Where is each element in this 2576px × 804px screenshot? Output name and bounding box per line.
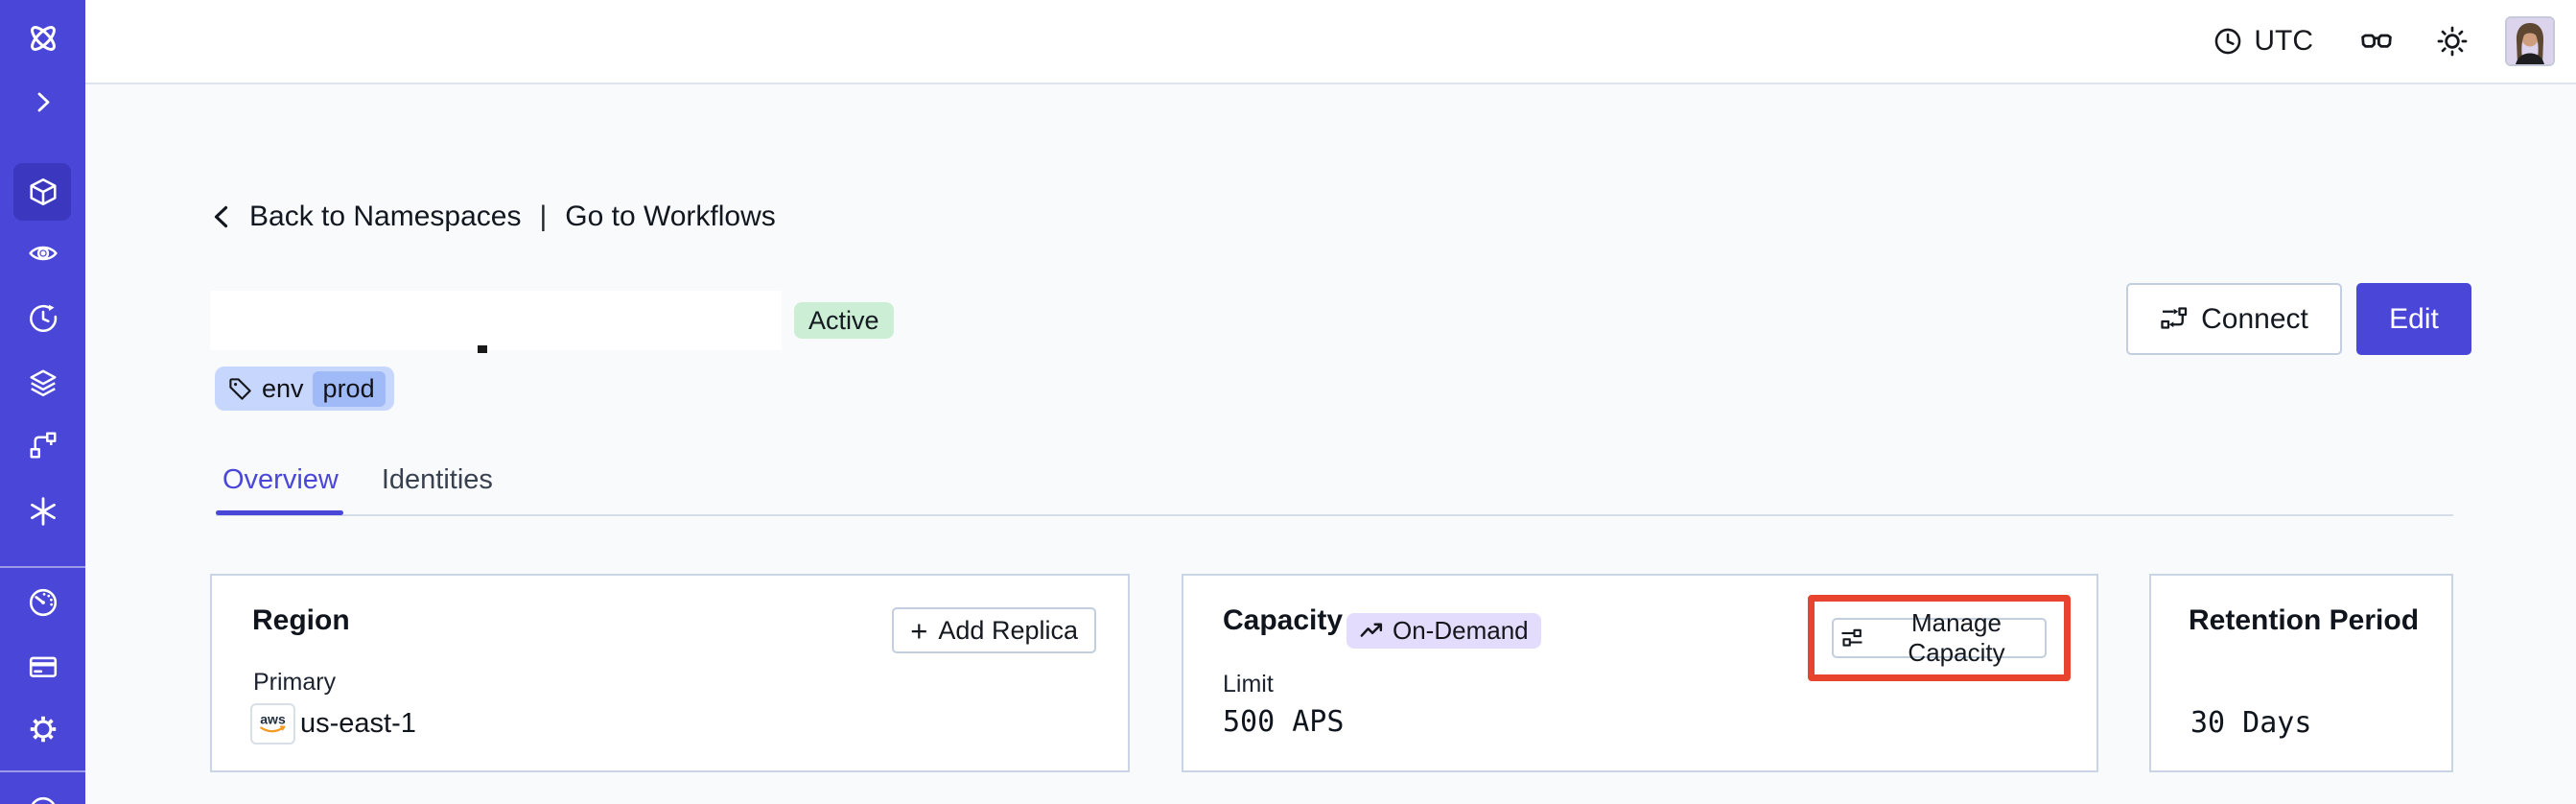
breadcrumb: Back to Namespaces | Go to Workflows: [210, 197, 776, 237]
timezone-selector[interactable]: UTC: [2213, 25, 2313, 58]
sidebar-item-namespaces[interactable]: [0, 163, 85, 221]
breadcrumb-back-link[interactable]: Back to Namespaces: [249, 201, 521, 233]
back-chevron-icon[interactable]: [210, 203, 235, 230]
aws-logo-text: aws: [260, 712, 286, 727]
capacity-card: Capacity On-Demand Manage Capacity Limit…: [1182, 574, 2098, 772]
on-demand-badge: On-Demand: [1347, 613, 1541, 649]
connect-icon: [2160, 305, 2189, 334]
connect-button[interactable]: Connect: [2126, 283, 2342, 355]
brightness-icon[interactable]: [2436, 25, 2469, 58]
namespace-tag: env prod: [215, 367, 394, 411]
clock-icon: [2213, 26, 2243, 57]
connect-button-label: Connect: [2201, 302, 2308, 335]
sidebar-item-settings[interactable]: [0, 700, 85, 758]
tag-icon: [227, 376, 253, 402]
manage-capacity-label: Manage Capacity: [1908, 608, 2005, 667]
add-replica-label: Add Replica: [938, 615, 1078, 645]
breadcrumb-separator: |: [539, 201, 548, 232]
manage-capacity-button[interactable]: Manage Capacity: [1832, 608, 2047, 667]
aws-logo: aws: [250, 703, 295, 745]
region-card: Region + Add Replica Primary aws us-east…: [210, 574, 1130, 772]
tag-key: env: [262, 373, 304, 403]
sliders-icon: [1839, 626, 1864, 650]
tab-identities[interactable]: Identities: [382, 464, 493, 496]
sidebar-nav: [0, 0, 85, 804]
retention-card: Retention Period 30 Days: [2149, 574, 2453, 772]
retention-value: 30 Days: [2190, 706, 2312, 740]
sidebar-item-schedules[interactable]: [0, 290, 85, 347]
region-value: us-east-1: [300, 708, 416, 739]
tab-bar: Overview Identities: [222, 464, 493, 496]
timezone-label: UTC: [2254, 25, 2313, 57]
add-replica-button[interactable]: + Add Replica: [892, 607, 1096, 653]
sidebar-item-usage[interactable]: [0, 574, 85, 631]
trending-up-icon: [1359, 618, 1385, 644]
edit-button[interactable]: Edit: [2356, 283, 2471, 355]
tag-value: prod: [312, 370, 386, 407]
glasses-icon[interactable]: [2359, 24, 2394, 59]
tab-divider: [216, 514, 2453, 516]
retention-card-title: Retention Period: [2189, 604, 2420, 636]
user-avatar[interactable]: [2505, 16, 2555, 66]
sidebar-divider: [0, 770, 85, 772]
sidebar-item-batch-operations[interactable]: [0, 483, 85, 540]
active-tab-underline: [216, 510, 343, 515]
sidebar-item-billing[interactable]: [0, 638, 85, 696]
status-badge: Active: [794, 302, 894, 339]
expand-sidebar-chevron-icon[interactable]: [0, 73, 85, 130]
region-field-label: Primary: [253, 669, 337, 696]
capacity-card-title: Capacity: [1223, 604, 1344, 636]
plus-icon: +: [910, 613, 928, 648]
highlight-annotation-box: Manage Capacity: [1808, 595, 2071, 681]
breadcrumb-workflows-link[interactable]: Go to Workflows: [565, 201, 776, 233]
sidebar-item-workflows[interactable]: [0, 225, 85, 282]
top-bar: UTC: [85, 0, 2576, 84]
namespace-detail-page: UTC Back to Namespaces | Go to Workflows…: [0, 0, 2576, 804]
status-badge-label: Active: [808, 305, 879, 335]
sidebar-item-nexus[interactable]: [0, 416, 85, 474]
redaction-artifact: [478, 345, 487, 353]
tab-overview[interactable]: Overview: [222, 464, 339, 496]
sidebar-divider: [0, 566, 85, 568]
edit-button-label: Edit: [2389, 302, 2439, 335]
region-card-title: Region: [252, 604, 350, 636]
capacity-value: 500 APS: [1223, 705, 1345, 739]
sidebar-item-help[interactable]: [0, 782, 85, 804]
sidebar-item-deployments[interactable]: [0, 354, 85, 412]
namespace-title-redacted: [210, 291, 782, 350]
capacity-field-label: Limit: [1223, 671, 1274, 698]
on-demand-label: On-Demand: [1393, 616, 1529, 645]
temporal-logo-icon[interactable]: [0, 10, 85, 67]
